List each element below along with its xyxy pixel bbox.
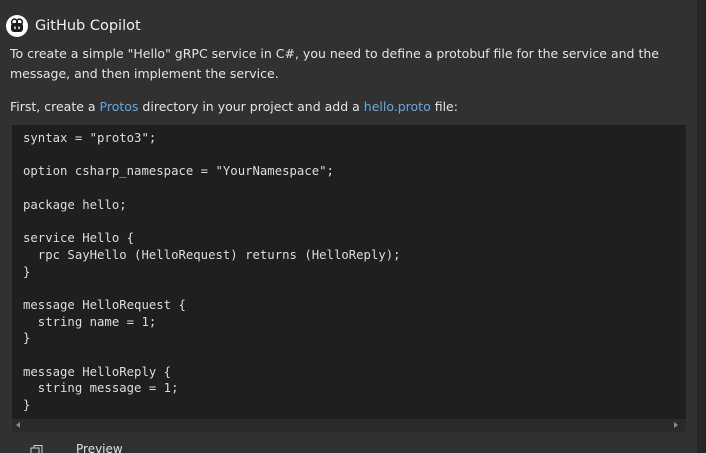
para2-prefix: First, create a [10,99,100,114]
code-line: string name = 1; [23,314,157,329]
para2-middle: directory in your project and add a [138,99,364,114]
code-line: rpc SayHello (HelloRequest) returns (Hel… [23,247,401,262]
preview-button[interactable]: Preview [76,442,123,453]
code-line: option csharp_namespace = "YourNamespace… [23,164,334,179]
copilot-chat-panel: GitHub Copilot To create a simple "Hello… [0,0,698,453]
code-line: string message = 1; [23,381,179,396]
chat-header: GitHub Copilot [6,13,141,39]
code-line: package hello; [23,197,127,212]
copy-icon[interactable] [30,442,44,453]
code-lines: syntax = "proto3"; option csharp_namespa… [23,130,401,414]
scroll-left-arrow-icon[interactable] [16,422,20,428]
scroll-right-arrow-icon[interactable] [674,422,678,428]
code-line: } [23,398,31,412]
para2-suffix: file: [430,99,458,114]
code-line: } [23,331,31,346]
code-line: } [23,264,31,279]
horizontal-scrollbar[interactable] [12,419,686,432]
code-line: message HelloReply { [23,364,172,379]
response-paragraph-2: First, create a Protos directory in your… [10,97,690,117]
hello-proto-link[interactable]: hello.proto [364,99,431,114]
panel-edge [697,0,706,453]
copilot-icon [6,15,28,37]
protos-link[interactable]: Protos [100,99,139,114]
chat-title: GitHub Copilot [35,18,141,34]
code-block[interactable]: syntax = "proto3"; option csharp_namespa… [12,125,686,432]
code-line: service Hello { [23,231,135,246]
code-line: message HelloRequest { [23,297,186,312]
response-paragraph-1: To create a simple "Hello" gRPC service … [10,46,659,81]
code-line: syntax = "proto3"; [23,131,157,145]
code-block-toolbar: Preview [0,440,697,453]
